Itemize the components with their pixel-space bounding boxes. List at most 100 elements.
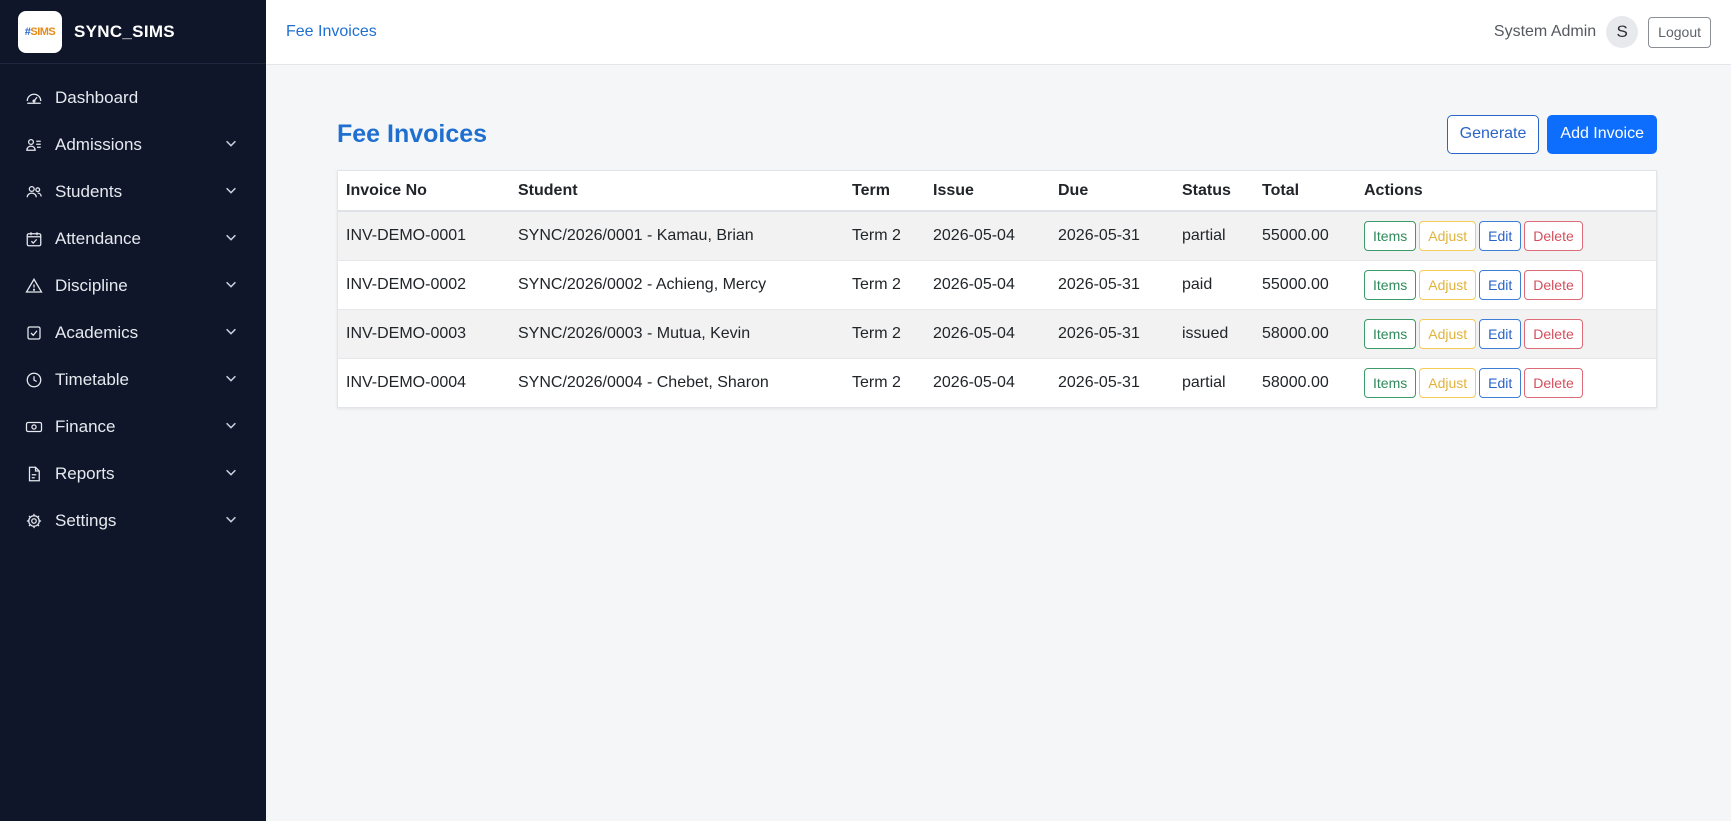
sidebar-nav: Dashboard Admissions Students Attendance… bbox=[0, 64, 266, 544]
edit-button[interactable]: Edit bbox=[1479, 367, 1522, 398]
term: Term 2 bbox=[844, 259, 925, 309]
sidebar-item-label: Students bbox=[55, 181, 123, 201]
total-amount: 55000.00 bbox=[1254, 210, 1356, 260]
sidebar-item-label: Timetable bbox=[55, 369, 130, 389]
chevron-down-icon bbox=[224, 511, 238, 531]
sidebar-item-label: Discipline bbox=[55, 275, 128, 295]
delete-button[interactable]: Delete bbox=[1524, 220, 1583, 251]
total-amount: 58000.00 bbox=[1254, 308, 1356, 358]
sidebar-item-dashboard[interactable]: Dashboard bbox=[0, 74, 266, 121]
column-header: Invoice No bbox=[338, 171, 510, 212]
column-header: Term bbox=[844, 171, 925, 212]
sidebar-item-reports[interactable]: Reports bbox=[0, 450, 266, 497]
delete-button[interactable]: Delete bbox=[1524, 367, 1583, 398]
student-name: SYNC/2026/0001 - Kamau, Brian bbox=[510, 210, 844, 260]
row-actions: Items Adjust Edit Delete bbox=[1356, 210, 1656, 260]
adjust-button[interactable]: Adjust bbox=[1419, 220, 1477, 251]
cash-icon bbox=[25, 418, 43, 436]
sidebar-item-label: Reports bbox=[55, 463, 115, 483]
table-row: INV-DEMO-0001 SYNC/2026/0001 - Kamau, Br… bbox=[338, 210, 1656, 260]
items-button[interactable]: Items bbox=[1364, 269, 1417, 300]
row-actions: Items Adjust Edit Delete bbox=[1356, 308, 1656, 358]
sidebar-item-students[interactable]: Students bbox=[0, 168, 266, 215]
chevron-down-icon bbox=[224, 370, 238, 390]
sidebar-item-label: Admissions bbox=[55, 134, 142, 154]
issue-date: 2026-05-04 bbox=[925, 308, 1050, 358]
items-button[interactable]: Items bbox=[1364, 220, 1417, 251]
items-button[interactable]: Items bbox=[1364, 367, 1417, 398]
table-row: INV-DEMO-0003 SYNC/2026/0003 - Mutua, Ke… bbox=[338, 308, 1656, 358]
delete-button[interactable]: Delete bbox=[1524, 269, 1583, 300]
column-header: Status bbox=[1174, 171, 1254, 212]
term: Term 2 bbox=[844, 308, 925, 358]
sidebar: #SIMS SYNC_SIMS Dashboard Admissions Stu… bbox=[0, 0, 266, 821]
main-content: Fee Invoices Generate Add Invoice Invoic… bbox=[266, 65, 1731, 821]
logout-button[interactable]: Logout bbox=[1648, 16, 1711, 48]
column-header: Actions bbox=[1356, 171, 1656, 212]
brand: #SIMS SYNC_SIMS bbox=[0, 0, 266, 64]
student-name: SYNC/2026/0004 - Chebet, Sharon bbox=[510, 357, 844, 407]
page-title: Fee Invoices bbox=[337, 119, 488, 148]
table-header-row: Invoice No Student Term Issue Due Status… bbox=[338, 171, 1656, 212]
adjust-button[interactable]: Adjust bbox=[1419, 318, 1477, 349]
dashboard-gauge-icon bbox=[25, 89, 43, 107]
chevron-down-icon bbox=[224, 276, 238, 296]
gear-icon bbox=[25, 512, 43, 530]
column-header: Student bbox=[510, 171, 844, 212]
add-invoice-button[interactable]: Add Invoice bbox=[1547, 114, 1657, 154]
issue-date: 2026-05-04 bbox=[925, 259, 1050, 309]
sidebar-item-settings[interactable]: Settings bbox=[0, 497, 266, 544]
invoice-number: INV-DEMO-0002 bbox=[338, 259, 510, 309]
edit-button[interactable]: Edit bbox=[1479, 269, 1522, 300]
status-value: paid bbox=[1174, 259, 1254, 309]
column-header: Issue bbox=[925, 171, 1050, 212]
clock-icon bbox=[25, 371, 43, 389]
user-name: System Admin bbox=[1493, 23, 1597, 40]
edit-button[interactable]: Edit bbox=[1479, 220, 1522, 251]
items-button[interactable]: Items bbox=[1364, 318, 1417, 349]
invoices-table: Invoice No Student Term Issue Due Status… bbox=[338, 171, 1656, 407]
chevron-down-icon bbox=[224, 323, 238, 343]
table-row: INV-DEMO-0004 SYNC/2026/0004 - Chebet, S… bbox=[338, 357, 1656, 407]
total-amount: 55000.00 bbox=[1254, 259, 1356, 309]
delete-button[interactable]: Delete bbox=[1524, 318, 1583, 349]
row-actions: Items Adjust Edit Delete bbox=[1356, 259, 1656, 309]
sidebar-item-admissions[interactable]: Admissions bbox=[0, 121, 266, 168]
checkbox-icon bbox=[25, 324, 43, 342]
due-date: 2026-05-31 bbox=[1050, 259, 1174, 309]
avatar[interactable]: S bbox=[1606, 16, 1639, 48]
adjust-button[interactable]: Adjust bbox=[1419, 367, 1477, 398]
invoice-number: INV-DEMO-0001 bbox=[338, 210, 510, 260]
sidebar-item-academics[interactable]: Academics bbox=[0, 309, 266, 356]
student-name: SYNC/2026/0002 - Achieng, Mercy bbox=[510, 259, 844, 309]
due-date: 2026-05-31 bbox=[1050, 210, 1174, 260]
document-icon bbox=[25, 465, 43, 483]
chevron-down-icon bbox=[224, 417, 238, 437]
sidebar-item-finance[interactable]: Finance bbox=[0, 403, 266, 450]
breadcrumb[interactable]: Fee Invoices bbox=[286, 23, 1494, 41]
invoice-number: INV-DEMO-0004 bbox=[338, 357, 510, 407]
edit-button[interactable]: Edit bbox=[1479, 318, 1522, 349]
term: Term 2 bbox=[844, 210, 925, 260]
sidebar-item-label: Dashboard bbox=[55, 87, 139, 107]
page-header: Fee Invoices Generate Add Invoice bbox=[337, 114, 1657, 154]
user-list-icon bbox=[25, 136, 43, 154]
app-logo[interactable]: #SIMS bbox=[18, 10, 62, 53]
status-value: partial bbox=[1174, 357, 1254, 407]
calendar-check-icon bbox=[25, 230, 43, 248]
brand-name: SYNC_SIMS bbox=[74, 21, 175, 41]
column-header: Due bbox=[1050, 171, 1174, 212]
adjust-button[interactable]: Adjust bbox=[1419, 269, 1477, 300]
issue-date: 2026-05-04 bbox=[925, 357, 1050, 407]
student-name: SYNC/2026/0003 - Mutua, Kevin bbox=[510, 308, 844, 358]
term: Term 2 bbox=[844, 357, 925, 407]
due-date: 2026-05-31 bbox=[1050, 308, 1174, 358]
column-header: Total bbox=[1254, 171, 1356, 212]
sidebar-item-label: Settings bbox=[55, 510, 117, 530]
sidebar-item-timetable[interactable]: Timetable bbox=[0, 356, 266, 403]
sidebar-item-attendance[interactable]: Attendance bbox=[0, 215, 266, 262]
status-value: issued bbox=[1174, 308, 1254, 358]
generate-button[interactable]: Generate bbox=[1446, 114, 1540, 154]
sidebar-item-discipline[interactable]: Discipline bbox=[0, 262, 266, 309]
status-value: partial bbox=[1174, 210, 1254, 260]
